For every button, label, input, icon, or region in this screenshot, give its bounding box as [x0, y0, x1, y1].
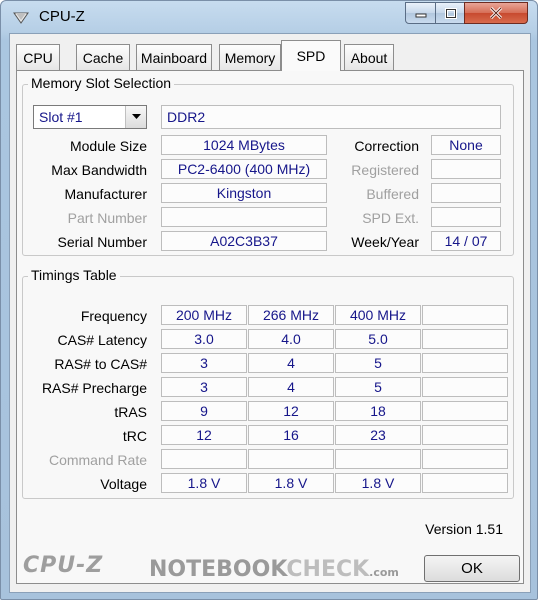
timing-row-label: Command Rate	[48, 452, 147, 468]
manufacturer-label: Manufacturer	[64, 186, 147, 202]
part-number-label: Part Number	[67, 210, 147, 226]
module-size-label: Module Size	[69, 138, 147, 154]
registered-field	[431, 159, 501, 179]
slot-select-arrow[interactable]	[125, 106, 146, 128]
timing-row-label: Voltage	[100, 476, 147, 492]
timing-cell: 3	[161, 377, 247, 397]
buffered-field	[431, 183, 501, 203]
serial-number-label: Serial Number	[57, 234, 147, 250]
timing-cell: 4.0	[248, 329, 334, 349]
timing-cell: 266 MHz	[248, 305, 334, 325]
minimize-button[interactable]	[405, 2, 437, 24]
cpuz-window: CPU-Z CPU Cache Mainboard Memory SPD Abo…	[0, 0, 538, 600]
timing-cell: 3	[161, 353, 247, 373]
chevron-down-icon	[131, 114, 141, 119]
watermark-part-a: NOTEBOOK	[149, 557, 287, 582]
tab-about-label: About	[350, 49, 388, 66]
week-year-label: Week/Year	[351, 234, 419, 250]
timing-row-label: RAS# to CAS#	[54, 356, 147, 372]
timing-cell	[422, 353, 508, 373]
spd-ext-field	[431, 207, 501, 227]
timing-row-label: RAS# Precharge	[41, 380, 147, 396]
tab-mainboard-label: Mainboard	[140, 49, 208, 66]
memory-slot-selection-title: Memory Slot Selection	[28, 75, 175, 91]
slot-select[interactable]: Slot #1	[33, 105, 147, 129]
watermark-part-b: CHECK	[286, 557, 370, 582]
timing-cell: 400 MHz	[335, 305, 421, 325]
timing-cell	[422, 401, 508, 421]
timing-row-label: tRAS	[114, 404, 147, 420]
timings-table-title: Timings Table	[28, 267, 120, 283]
maximize-button[interactable]	[435, 2, 466, 24]
timing-cell: 9	[161, 401, 247, 421]
correction-field: None	[431, 135, 501, 155]
max-bandwidth-field: PC2-6400 (400 MHz)	[161, 159, 327, 179]
tab-memory-label: Memory	[224, 49, 276, 66]
week-year-field: 14 / 07	[431, 231, 501, 251]
tab-cpu[interactable]: CPU	[16, 44, 60, 70]
timing-cell	[161, 449, 247, 469]
close-button[interactable]	[464, 2, 528, 24]
serial-number-field: A02C3B37	[161, 231, 327, 251]
tab-cpu-label: CPU	[23, 49, 53, 66]
timing-cell: 5	[335, 353, 421, 373]
timing-row-label: Frequency	[80, 308, 147, 324]
ok-button-label: OK	[461, 560, 483, 577]
timing-cell: 1.8 V	[161, 473, 247, 493]
slot-select-value: Slot #1	[39, 109, 83, 125]
watermark-part-c: .com	[369, 566, 399, 579]
timing-row-label: CAS# Latency	[57, 332, 148, 348]
timing-row-label: tRC	[122, 428, 147, 444]
spd-ext-label: SPD Ext.	[362, 210, 419, 226]
cpuz-app-icon	[13, 12, 29, 24]
tab-memory[interactable]: Memory	[219, 44, 281, 70]
timing-cell: 16	[248, 425, 334, 445]
correction-label: Correction	[354, 138, 419, 154]
timing-cell: 1.8 V	[248, 473, 334, 493]
ok-button[interactable]: OK	[424, 555, 520, 582]
timing-cell: 4	[248, 353, 334, 373]
cpuz-logo: CPU-Z	[23, 553, 104, 578]
timing-cell	[422, 425, 508, 445]
timing-cell	[422, 377, 508, 397]
timing-cell	[422, 329, 508, 349]
part-number-field	[161, 207, 327, 227]
tab-mainboard[interactable]: Mainboard	[136, 44, 212, 70]
timing-cell: 3.0	[161, 329, 247, 349]
buffered-label: Buffered	[366, 186, 419, 202]
memory-type-field: DDR2	[161, 105, 501, 129]
tab-about[interactable]: About	[344, 44, 394, 70]
timing-cell: 5	[335, 377, 421, 397]
timing-cell	[248, 449, 334, 469]
window-title: CPU-Z	[39, 8, 85, 25]
timing-cell	[422, 305, 508, 325]
max-bandwidth-label: Max Bandwidth	[51, 162, 147, 178]
timing-cell	[335, 449, 421, 469]
timing-cell: 23	[335, 425, 421, 445]
version-label: Version 1.51	[425, 521, 503, 537]
title-bar[interactable]: CPU-Z	[1, 1, 537, 33]
timing-cell	[422, 449, 508, 469]
module-size-field: 1024 MBytes	[161, 135, 327, 155]
tab-spd[interactable]: SPD	[281, 40, 341, 71]
timing-cell: 5.0	[335, 329, 421, 349]
timing-cell: 12	[161, 425, 247, 445]
tab-spd-label: SPD	[296, 48, 326, 64]
timing-cell: 1.8 V	[335, 473, 421, 493]
timing-cell: 200 MHz	[161, 305, 247, 325]
notebookcheck-watermark: NOTEBOOKCHECK.com	[149, 557, 399, 582]
timing-cell: 4	[248, 377, 334, 397]
timing-cell: 12	[248, 401, 334, 421]
minimize-icon	[415, 13, 427, 18]
timing-cell: 18	[335, 401, 421, 421]
close-icon	[489, 7, 503, 19]
maximize-icon	[444, 7, 457, 19]
timing-cell	[422, 473, 508, 493]
registered-label: Registered	[351, 162, 419, 178]
tab-cache[interactable]: Cache	[76, 44, 130, 70]
manufacturer-field: Kingston	[161, 183, 327, 203]
tab-cache-label: Cache	[82, 49, 124, 66]
